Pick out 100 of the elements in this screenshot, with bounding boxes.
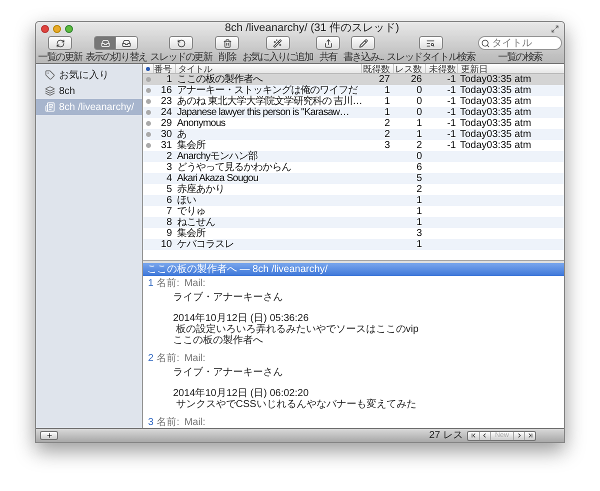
thread-title-bar: ここの板の製作者へ — 8ch /liveanarchy/ bbox=[143, 263, 564, 276]
reply-count: 27 レス bbox=[429, 430, 463, 442]
thread-row[interactable]: 24 Japanese lawyer this person is "Karasaw… 1 0 -1 Today03:35 atm bbox=[143, 107, 564, 118]
post-number[interactable]: 2 bbox=[148, 353, 154, 364]
toolbar-label: 一覧の更新 bbox=[38, 52, 82, 63]
table-cell: 26 bbox=[410, 74, 422, 85]
table-cell: 1 bbox=[416, 239, 422, 250]
table-cell: 2 bbox=[166, 151, 172, 162]
name-label: 名前: bbox=[156, 353, 180, 364]
table-cell: 1 bbox=[416, 118, 422, 129]
toolbar-button[interactable] bbox=[418, 36, 443, 50]
table-cell: 31 bbox=[160, 140, 172, 151]
toolbar-label: スレッドの更新 bbox=[150, 52, 212, 63]
table-cell: 1 bbox=[416, 195, 422, 206]
previous-icon bbox=[481, 432, 488, 439]
toolbar-button[interactable] bbox=[316, 36, 340, 50]
table-cell: 0 bbox=[416, 85, 422, 96]
toolbar-label: お気に入りに追加 bbox=[242, 52, 313, 63]
mail-label: Mail: bbox=[184, 353, 206, 364]
table-cell: 27 bbox=[378, 74, 390, 85]
post-body-line: ここの板の製作者へ bbox=[173, 335, 263, 346]
thread-row[interactable]: 10 ケバコラスレ 1 bbox=[143, 239, 564, 250]
add-button[interactable] bbox=[40, 431, 58, 440]
poster-name: ライブ・アナーキーさん bbox=[173, 367, 283, 378]
table-cell: 1 bbox=[416, 217, 422, 228]
table-cell: Today03:35 atm bbox=[460, 85, 532, 96]
view-toggle-segment[interactable] bbox=[94, 36, 116, 50]
zoom-button[interactable] bbox=[65, 24, 73, 32]
fullscreen-icon[interactable] bbox=[551, 24, 559, 32]
window-title: 8ch /liveanarchy/ (31 件のスレッド) bbox=[224, 22, 400, 35]
toolbar-label: スレッドタイトル検索 bbox=[386, 52, 475, 63]
table-cell: Anarchyモンハン部 bbox=[177, 151, 258, 162]
table-cell: Anonymous bbox=[177, 118, 226, 129]
thread-row[interactable]: 1 ここの板の製作者へ 27 26 -1 Today03:35 atm bbox=[143, 74, 564, 85]
thread-row[interactable]: 16 アナーキー・ストッキングは俺のワイフだ 1 0 -1 Today03:35 atm bbox=[143, 85, 564, 96]
magic-wand-icon bbox=[273, 38, 282, 48]
column-header[interactable]: 未得数 bbox=[425, 64, 457, 73]
table-cell: 0 bbox=[416, 151, 422, 162]
post-date: 2014年10月12日 (日) 06:02:20 bbox=[173, 388, 309, 399]
table-cell: 3 bbox=[416, 228, 422, 239]
post-number[interactable]: 3 bbox=[148, 417, 154, 428]
table-cell: 6 bbox=[416, 162, 422, 173]
column-header[interactable]: 更新日 bbox=[457, 64, 533, 73]
toolbar-button[interactable] bbox=[215, 36, 240, 50]
close-button[interactable] bbox=[41, 24, 49, 32]
toolbar-button[interactable] bbox=[169, 36, 194, 50]
table-cell: -1 bbox=[447, 140, 456, 151]
list-search-icon bbox=[426, 38, 436, 48]
column-header[interactable]: タイトル bbox=[175, 64, 361, 73]
table-cell: Today03:35 atm bbox=[460, 118, 532, 129]
post-body-line: サンクスやでCSSいじれるんやなバナーも変えてみた bbox=[174, 399, 416, 410]
post-number[interactable]: 1 bbox=[148, 278, 154, 289]
table-cell: アナーキー・ストッキングは俺のワイフだ bbox=[177, 85, 358, 96]
table-cell: Akari Akaza Sougou bbox=[177, 173, 258, 184]
table-cell: どうやって見るかわからん bbox=[177, 162, 291, 173]
table-cell: 10 bbox=[160, 239, 172, 250]
toolbar-button[interactable] bbox=[351, 36, 376, 50]
newspaper-icon bbox=[45, 102, 55, 112]
sidebar-item[interactable]: 8ch bbox=[36, 83, 142, 99]
table-cell: 2 bbox=[384, 118, 390, 129]
thread-row[interactable]: 8 ねこせん 1 bbox=[143, 217, 564, 228]
toolbar-button[interactable] bbox=[266, 36, 290, 50]
table-cell: 5 bbox=[166, 184, 172, 195]
table-cell: 23 bbox=[160, 96, 172, 107]
view-toggle-segment[interactable] bbox=[116, 36, 138, 50]
tray-icon bbox=[100, 38, 110, 48]
table-cell: -1 bbox=[447, 74, 456, 85]
table-cell: 0 bbox=[416, 107, 422, 118]
share-icon bbox=[324, 38, 333, 48]
refresh-icon bbox=[56, 38, 64, 48]
table-cell: 集会所 bbox=[177, 140, 206, 151]
table-cell: 1 bbox=[384, 96, 390, 107]
trash-icon bbox=[222, 38, 232, 48]
table-cell: Today03:35 atm bbox=[460, 140, 532, 151]
sidebar-item[interactable]: お気に入り bbox=[36, 67, 142, 83]
toolbar-button[interactable] bbox=[48, 36, 72, 50]
poster-name: ライブ・アナーキーさん bbox=[173, 292, 283, 303]
table-cell: 1 bbox=[384, 107, 390, 118]
post-date: 2014年10月12日 (日) 05:36:26 bbox=[173, 313, 309, 324]
thread-row[interactable]: 2 Anarchyモンハン部 0 bbox=[143, 151, 564, 162]
table-cell: -1 bbox=[447, 85, 456, 96]
column-header[interactable]: 既得数 bbox=[361, 64, 393, 73]
table-cell: Today03:35 atm bbox=[460, 107, 532, 118]
last-button[interactable] bbox=[524, 432, 535, 440]
search-field[interactable]: タイトル bbox=[478, 36, 562, 50]
table-cell: 8 bbox=[166, 217, 172, 228]
column-header[interactable]: レス数 bbox=[393, 64, 425, 73]
table-cell: 赤座あかり bbox=[177, 184, 224, 195]
column-header[interactable]: 番号 bbox=[153, 64, 175, 73]
table-cell: 24 bbox=[160, 107, 172, 118]
stack-icon bbox=[45, 86, 55, 96]
thread-row[interactable]: 6 ほい 1 bbox=[143, 195, 564, 206]
toolbar-label: 書き込み... bbox=[343, 52, 384, 63]
undo-arrow-icon bbox=[176, 38, 186, 48]
table-cell: -1 bbox=[447, 129, 456, 140]
last-icon bbox=[526, 432, 534, 439]
table-cell: 1 bbox=[384, 85, 390, 96]
table-cell: ほい bbox=[177, 195, 196, 206]
thread-row[interactable]: 30 あ 2 1 -1 Today03:35 atm bbox=[143, 129, 564, 140]
thread-row[interactable]: 4 Akari Akaza Sougou 5 bbox=[143, 173, 564, 184]
